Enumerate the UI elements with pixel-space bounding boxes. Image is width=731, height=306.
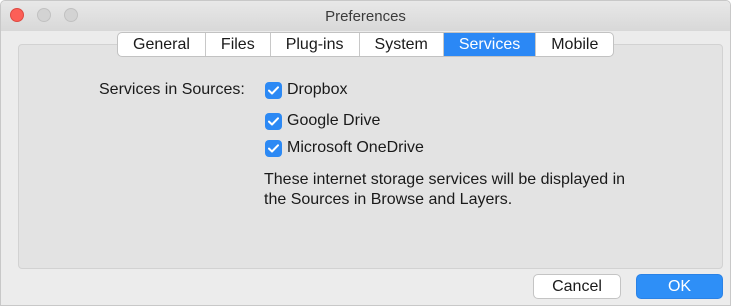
tab-system[interactable]: System <box>360 33 444 56</box>
title-bar: Preferences <box>1 1 730 31</box>
dropbox-option[interactable]: Dropbox <box>265 81 347 99</box>
tab-files[interactable]: Files <box>206 33 271 56</box>
preferences-window: Preferences General Files Plug-ins Syste… <box>0 0 731 306</box>
tab-services[interactable]: Services <box>443 33 537 56</box>
dropbox-label: Dropbox <box>287 81 348 98</box>
services-description: These internet storage services will be … <box>264 170 684 210</box>
onedrive-label: Microsoft OneDrive <box>287 139 424 156</box>
google-drive-option[interactable]: Google Drive <box>265 112 380 130</box>
checkmark-icon <box>268 116 279 125</box>
google-drive-label: Google Drive <box>287 112 381 129</box>
description-line-2: the Sources in Browse and Layers. <box>264 191 513 208</box>
tab-plug-ins[interactable]: Plug-ins <box>271 33 360 56</box>
checkmark-icon <box>268 85 279 94</box>
cancel-button[interactable]: Cancel <box>533 274 621 299</box>
google-drive-checkbox[interactable] <box>265 112 282 130</box>
window-title: Preferences <box>325 8 406 25</box>
preferences-tab-bar: General Files Plug-ins System Services M… <box>117 32 615 57</box>
description-line-1: These internet storage services will be … <box>264 171 626 188</box>
checkmark-icon <box>268 143 279 152</box>
services-in-sources-label: Services in Sources: <box>99 81 245 98</box>
onedrive-checkbox[interactable] <box>265 139 282 157</box>
onedrive-option[interactable]: Microsoft OneDrive <box>265 139 424 157</box>
tab-general[interactable]: General <box>118 33 206 56</box>
ok-button[interactable]: OK <box>636 274 723 299</box>
dropbox-checkbox[interactable] <box>265 81 282 99</box>
tab-mobile[interactable]: Mobile <box>536 33 613 56</box>
